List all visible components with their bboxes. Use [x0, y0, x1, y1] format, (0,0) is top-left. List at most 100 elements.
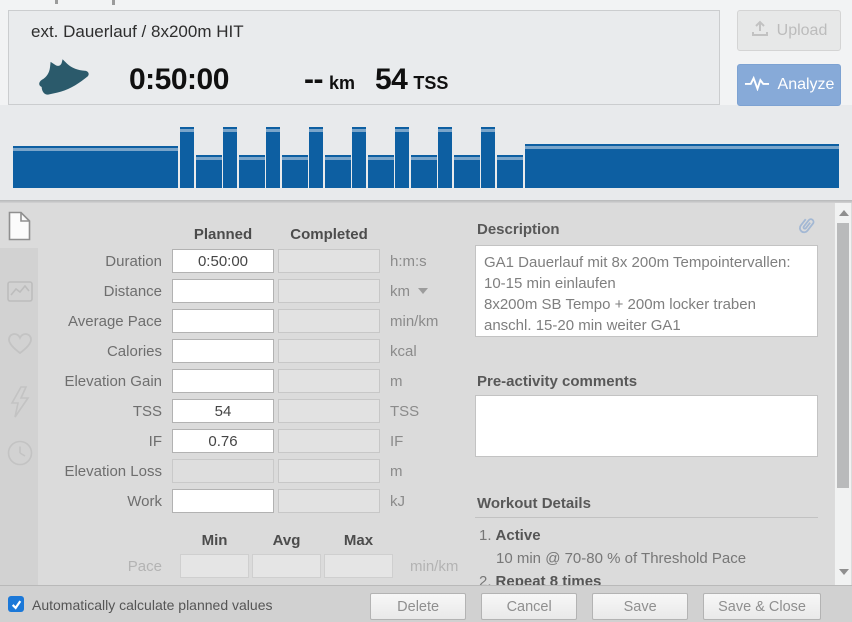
- segment-stripe: [481, 129, 495, 132]
- save-close-button[interactable]: Save & Close: [703, 593, 821, 620]
- elevation-loss-unit-label: m: [390, 463, 403, 480]
- distance-completed-input: [278, 279, 380, 303]
- workout-graph-segment: [497, 155, 523, 188]
- tss-unit-label: TSS: [390, 403, 419, 420]
- duration-value: 0:50:00: [129, 63, 229, 97]
- workout-title: ext. Dauerlauf / 8x200m HIT: [31, 22, 244, 42]
- segment-stripe: [196, 157, 222, 160]
- description-textarea[interactable]: GA1 Dauerlauf mit 8x 200m Tempointervall…: [475, 245, 818, 337]
- analyze-button[interactable]: Analyze: [737, 64, 841, 106]
- duration-completed-input: [278, 249, 380, 273]
- tss-label: TSS: [0, 403, 172, 420]
- upload-icon: [751, 20, 769, 42]
- workout-graph-segment: [368, 155, 394, 188]
- scroll-up-arrow-icon[interactable]: [839, 210, 849, 216]
- form-row-duration: Durationh:m:s: [0, 246, 470, 276]
- elevation-gain-label: Elevation Gain: [0, 373, 172, 390]
- upload-label: Upload: [777, 22, 828, 40]
- workout-graph-segment: [454, 155, 480, 188]
- form-column-headers: Planned Completed: [0, 222, 470, 246]
- workout-graph-segment: [525, 144, 839, 188]
- workout-graph-segment: [395, 127, 409, 188]
- average-pace-unit-label: min/km: [390, 313, 438, 330]
- average-pace-planned-input[interactable]: [172, 309, 274, 333]
- distance-unit: km: [329, 73, 355, 94]
- step-number: 1.: [479, 527, 492, 544]
- pace-min-avg-max-row: Pace min/km: [0, 552, 470, 580]
- tss-planned-input[interactable]: [172, 399, 274, 423]
- workout-quickview-dialog: ext. Dauerlauf / 8x200m HIT 0:50:00 -- k…: [0, 0, 852, 622]
- segment-stripe: [352, 129, 366, 132]
- planned-distance-stat: -- km: [304, 63, 355, 97]
- form-row-distance: Distancekm: [0, 276, 470, 306]
- running-shoe-icon: [35, 55, 91, 101]
- form-row-if: IF IF: [0, 426, 470, 456]
- calories-label: Calories: [0, 343, 172, 360]
- segment-stripe: [368, 157, 394, 160]
- if-unit-label: IF: [390, 433, 403, 450]
- paperclip-icon[interactable]: [798, 215, 815, 241]
- segment-stripe: [411, 157, 437, 160]
- form-row-tss: TSS TSS: [0, 396, 470, 426]
- elevation-gain-completed-input: [278, 369, 380, 393]
- pre-activity-title: Pre-activity comments: [477, 373, 637, 390]
- form-rows: Durationh:m:sDistancekm Average Pace min/k…: [0, 246, 470, 516]
- planned-tss-stat: 54 TSS: [375, 63, 448, 97]
- if-label: IF: [0, 433, 172, 450]
- segment-stripe: [309, 129, 323, 132]
- if-completed-input: [278, 429, 380, 453]
- if-planned-input[interactable]: [172, 429, 274, 453]
- delete-button[interactable]: Delete: [370, 593, 466, 620]
- workout-structure-graph: [13, 122, 839, 188]
- segment-stripe: [497, 157, 523, 160]
- auto-calculate-checkbox[interactable]: [8, 596, 24, 612]
- work-unit-label: kJ: [390, 493, 405, 510]
- elevation-gain-planned-input[interactable]: [172, 369, 274, 393]
- segment-stripe: [525, 146, 839, 149]
- max-header: Max: [324, 532, 393, 549]
- scroll-down-arrow-icon[interactable]: [839, 569, 849, 575]
- segment-stripe: [395, 129, 409, 132]
- pre-activity-textarea[interactable]: [475, 395, 818, 457]
- workout-graph-segment: [266, 127, 280, 188]
- segment-stripe: [282, 157, 308, 160]
- vertical-scrollbar[interactable]: [834, 203, 851, 585]
- min-avg-max-headers: Min Avg Max: [0, 528, 470, 552]
- scrollbar-thumb[interactable]: [837, 223, 849, 488]
- calories-planned-input[interactable]: [172, 339, 274, 363]
- description-title: Description: [477, 221, 560, 238]
- work-label: Work: [0, 493, 172, 510]
- unit-dropdown-arrow-icon[interactable]: [418, 288, 428, 294]
- workout-graph-segment: [223, 127, 237, 188]
- pace-min-input: [180, 554, 249, 578]
- workout-graph-segment: [239, 155, 265, 188]
- distance-unit-label: km: [390, 283, 428, 300]
- workout-graph-segment: [309, 127, 323, 188]
- duration-planned-input[interactable]: [172, 249, 274, 273]
- segment-stripe: [454, 157, 480, 160]
- segment-stripe: [266, 129, 280, 132]
- elevation-loss-completed-input: [278, 459, 380, 483]
- right-column: Description GA1 Dauerlauf mit 8x 200m Te…: [475, 203, 819, 585]
- pace-max-input: [324, 554, 393, 578]
- cancel-button[interactable]: Cancel: [481, 593, 577, 620]
- duration-unit-label: h:m:s: [390, 253, 427, 270]
- work-completed-input: [278, 489, 380, 513]
- distance-planned-input[interactable]: [172, 279, 274, 303]
- average-pace-label: Average Pace: [0, 313, 172, 330]
- form-row-average-pace: Average Pace min/km: [0, 306, 470, 336]
- work-planned-input[interactable]: [172, 489, 274, 513]
- workout-graph-segment: [438, 127, 452, 188]
- auto-calculate-label: Automatically calculate planned values: [32, 597, 272, 613]
- segment-stripe: [223, 129, 237, 132]
- calories-unit-label: kcal: [390, 343, 417, 360]
- upload-button: Upload: [737, 10, 841, 51]
- average-pace-completed-input: [278, 309, 380, 333]
- form-row-work: Work kJ: [0, 486, 470, 516]
- cropped-text-fragment: [55, 0, 58, 4]
- tss-value: 54: [375, 63, 407, 97]
- save-button[interactable]: Save: [592, 593, 688, 620]
- elevation-loss-label: Elevation Loss: [0, 463, 172, 480]
- min-header: Min: [180, 532, 249, 549]
- pace-label: Pace: [0, 558, 172, 575]
